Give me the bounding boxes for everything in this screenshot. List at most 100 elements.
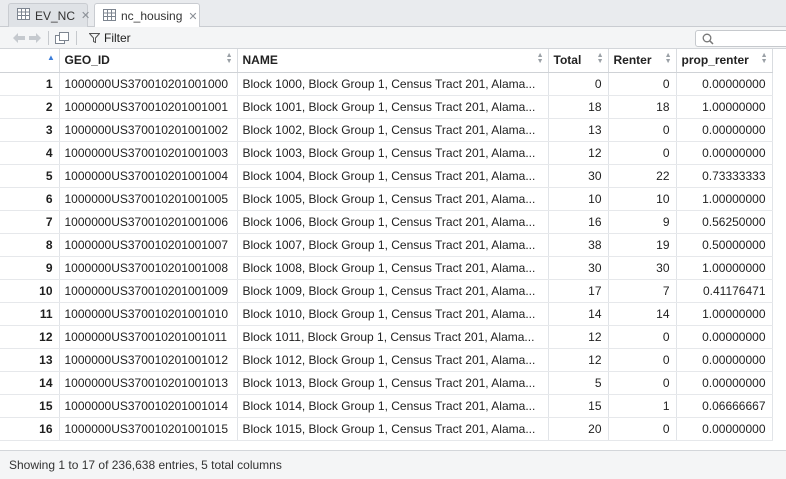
table-cell: 0.50000000 (676, 233, 773, 257)
row-number: 16 (0, 417, 60, 441)
search-input[interactable] (718, 31, 786, 46)
header-row: ▲ GEO_ID ▲ ▼ NAME ▲ ▼ Total ▲ ▼ Renter ▲… (0, 49, 773, 73)
table-cell: 0 (608, 72, 677, 96)
row-number: 1 (0, 72, 60, 96)
table-cell: 9 (608, 210, 677, 234)
table-cell: 15 (548, 394, 609, 418)
table-row[interactable]: 11 1000000US370010201001010 Block 1010, Bl… (0, 302, 773, 326)
column-header-total[interactable]: Total ▲ ▼ (548, 49, 609, 73)
table-cell: 1000000US370010201001004 (59, 164, 238, 188)
table-cell: 10 (608, 187, 677, 211)
table-row[interactable]: 7 1000000US370010201001006 Block 1006, Blo… (0, 210, 773, 234)
table-cell: 0 (608, 325, 677, 349)
filter-button[interactable]: Filter (89, 31, 131, 45)
table-row[interactable]: 3 1000000US370010201001002 Block 1002, Blo… (0, 118, 773, 142)
table-row[interactable]: 14 1000000US370010201001013 Block 1013, Bl… (0, 371, 773, 395)
table-cell: 1.00000000 (676, 95, 773, 119)
table-cell: 1000000US370010201001011 (59, 325, 238, 349)
table-row[interactable]: 2 1000000US370010201001001 Block 1001, Blo… (0, 95, 773, 119)
row-number: 3 (0, 118, 60, 142)
table-cell: 1.00000000 (676, 302, 773, 326)
tab-label: nc_housing (121, 9, 183, 23)
table-cell: 12 (548, 348, 609, 372)
table-cell: 1000000US370010201001005 (59, 187, 238, 211)
toolbar-separator (48, 30, 49, 45)
table-cell: 1000000US370010201001014 (59, 394, 238, 418)
table-cell: 1000000US370010201001008 (59, 256, 238, 280)
table-cell: 10 (548, 187, 609, 211)
table-cell: Block 1009, Block Group 1, Census Tract … (237, 279, 549, 303)
table-row[interactable]: 8 1000000US370010201001007 Block 1007, Blo… (0, 233, 773, 257)
close-icon[interactable]: ✕ (81, 9, 90, 22)
table-body: 1 1000000US370010201001000 Block 1000, Blo… (0, 72, 773, 441)
row-number: 6 (0, 187, 60, 211)
sort-icon: ▲ ▼ (536, 52, 544, 65)
forward-arrow-icon[interactable] (28, 32, 42, 44)
sort-icon: ▲ ▼ (225, 52, 233, 65)
table-row[interactable]: 13 1000000US370010201001012 Block 1012, Bl… (0, 348, 773, 372)
row-number: 4 (0, 141, 60, 165)
table-row[interactable]: 6 1000000US370010201001005 Block 1005, Blo… (0, 187, 773, 211)
table-cell: 0.00000000 (676, 348, 773, 372)
table-cell: 0.73333333 (676, 164, 773, 188)
data-grid: ▲ GEO_ID ▲ ▼ NAME ▲ ▼ Total ▲ ▼ Renter ▲… (0, 49, 786, 449)
row-number: 10 (0, 279, 60, 303)
row-number: 15 (0, 394, 60, 418)
table-cell: 22 (608, 164, 677, 188)
table-cell: 0.00000000 (676, 118, 773, 142)
sort-icon: ▲ ▼ (596, 52, 604, 65)
table-cell: 0 (608, 348, 677, 372)
column-header-prop-renter[interactable]: prop_renter ▲ ▼ (676, 49, 773, 73)
close-icon[interactable]: ✕ (188, 10, 197, 23)
row-number: 14 (0, 371, 60, 395)
table-cell: Block 1005, Block Group 1, Census Tract … (237, 187, 549, 211)
table-cell: 0 (608, 118, 677, 142)
table-cell: 1000000US370010201001002 (59, 118, 238, 142)
table-row[interactable]: 5 1000000US370010201001004 Block 1004, Blo… (0, 164, 773, 188)
table-icon (103, 8, 116, 24)
column-header-rownum[interactable]: ▲ (0, 49, 60, 73)
table-cell: 1.00000000 (676, 256, 773, 280)
table-cell: 1.00000000 (676, 187, 773, 211)
tab-ev-nc[interactable]: EV_NC ✕ (8, 3, 90, 27)
status-bar: Showing 1 to 17 of 236,638 entries, 5 to… (0, 450, 786, 479)
column-header-name[interactable]: NAME ▲ ▼ (237, 49, 549, 73)
table-row[interactable]: 4 1000000US370010201001003 Block 1003, Blo… (0, 141, 773, 165)
table-cell: 0.00000000 (676, 72, 773, 96)
table-cell: Block 1002, Block Group 1, Census Tract … (237, 118, 549, 142)
tab-nc-housing[interactable]: nc_housing ✕ (94, 3, 200, 28)
column-header-geo-id[interactable]: GEO_ID ▲ ▼ (59, 49, 238, 73)
row-number: 11 (0, 302, 60, 326)
table-cell: Block 1006, Block Group 1, Census Tract … (237, 210, 549, 234)
table-cell: 0 (608, 371, 677, 395)
table-cell: Block 1010, Block Group 1, Census Tract … (237, 302, 549, 326)
column-header-renter[interactable]: Renter ▲ ▼ (608, 49, 677, 73)
table-cell: 12 (548, 325, 609, 349)
sort-ascending-icon: ▲ (47, 53, 55, 62)
row-number: 12 (0, 325, 60, 349)
table-row[interactable]: 16 1000000US370010201001015 Block 1015, Bl… (0, 417, 773, 441)
table-row[interactable]: 1 1000000US370010201001000 Block 1000, Blo… (0, 72, 773, 96)
table-cell: Block 1001, Block Group 1, Census Tract … (237, 95, 549, 119)
table-cell: 1000000US370010201001006 (59, 210, 238, 234)
table-row[interactable]: 9 1000000US370010201001008 Block 1008, Blo… (0, 256, 773, 280)
table-cell: Block 1004, Block Group 1, Census Tract … (237, 164, 549, 188)
table-cell: Block 1013, Block Group 1, Census Tract … (237, 371, 549, 395)
table-row[interactable]: 10 1000000US370010201001009 Block 1009, Bl… (0, 279, 773, 303)
table-cell: 14 (608, 302, 677, 326)
table-cell: Block 1012, Block Group 1, Census Tract … (237, 348, 549, 372)
table-cell: 0.00000000 (676, 325, 773, 349)
table-row[interactable]: 12 1000000US370010201001011 Block 1011, Bl… (0, 325, 773, 349)
sort-icon: ▲ ▼ (664, 52, 672, 65)
filter-icon (89, 32, 100, 43)
table-cell: 1000000US370010201001007 (59, 233, 238, 257)
back-arrow-icon[interactable] (12, 32, 26, 44)
table-row[interactable]: 15 1000000US370010201001014 Block 1014, Bl… (0, 394, 773, 418)
table-cell: 16 (548, 210, 609, 234)
table-cell: 12 (548, 141, 609, 165)
table-cell: 30 (548, 164, 609, 188)
search-box[interactable] (695, 30, 786, 47)
table-cell: 1000000US370010201001009 (59, 279, 238, 303)
toolbar: Filter (0, 27, 786, 49)
popout-icon[interactable] (55, 31, 70, 44)
